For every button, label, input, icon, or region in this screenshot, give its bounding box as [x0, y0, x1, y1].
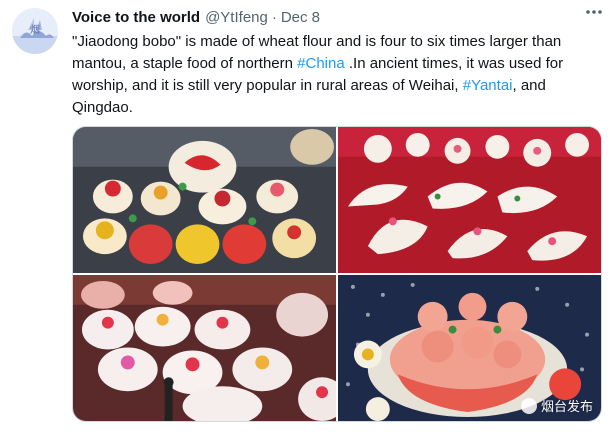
hashtag-china[interactable]: #China [297, 55, 345, 72]
hashtag-yantai[interactable]: #Yantai [463, 77, 513, 94]
watermark: 烟台发布 [520, 396, 593, 415]
tweet-header: Voice to the world @YtIfeng · Dec 8 [72, 6, 602, 28]
media-grid: 烟台发布 [72, 126, 602, 422]
watermark-text: 烟台发布 [540, 399, 593, 414]
tweet-text: "Jiaodong bobo" is made of wheat flour a… [72, 31, 600, 119]
photo-decorated-bun-platter[interactable]: 烟台发布 [338, 275, 601, 421]
tweet-date[interactable]: Dec 8 [281, 9, 320, 26]
svg-text:烟: 烟 [30, 23, 40, 36]
ellipsis-icon [586, 10, 602, 14]
avatar[interactable]: 烟 [12, 8, 58, 54]
user-handle[interactable]: @YtIfeng [205, 9, 268, 26]
wechat-icon [520, 397, 537, 414]
photo-animal-buns-on-red-cloth[interactable] [338, 127, 601, 273]
tweet-body: Voice to the world @YtIfeng · Dec 8 "Jia… [72, 6, 602, 119]
photo-flower-buns-on-table[interactable] [73, 275, 336, 421]
tweet-card[interactable]: 烟 Voice to the world @YtIfeng · Dec 8 "J… [0, 0, 614, 432]
display-name[interactable]: Voice to the world [72, 9, 200, 26]
more-options-button[interactable] [582, 5, 606, 19]
photo-steamed-buns-on-rack[interactable] [73, 127, 336, 273]
separator-dot: · [271, 8, 277, 26]
